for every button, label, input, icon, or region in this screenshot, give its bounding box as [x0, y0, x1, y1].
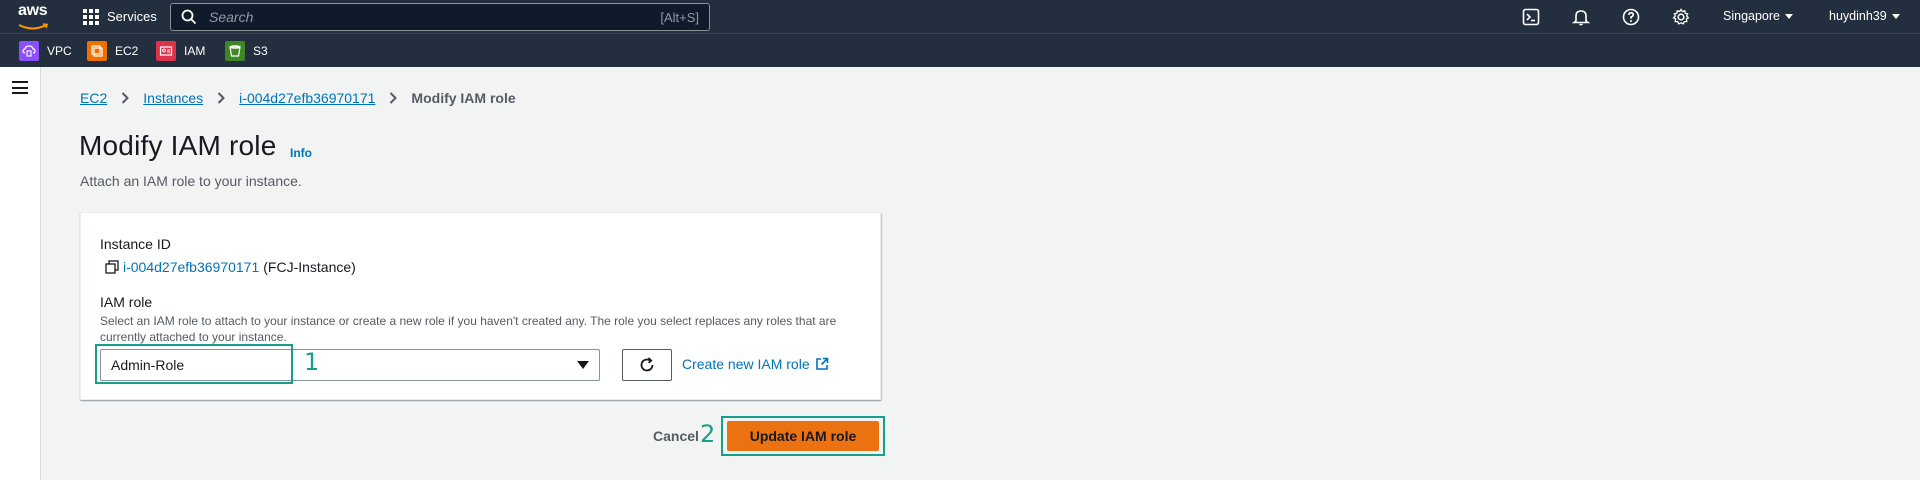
chevron-right-icon [217, 92, 226, 104]
search-icon [181, 9, 197, 25]
iam-role-description: Select an IAM role to attach to your ins… [100, 314, 837, 344]
favorite-vpc[interactable]: VPC [19, 41, 72, 61]
refresh-icon [640, 357, 654, 372]
page-title: Modify IAM role [79, 130, 277, 161]
favorite-s3[interactable]: S3 [225, 41, 268, 61]
search-shortcut: [Alt+S] [660, 9, 699, 25]
iam-role-label: IAM role [100, 294, 153, 310]
services-grid-icon [83, 8, 99, 25]
search-placeholder: Search [209, 9, 254, 25]
account-caret-icon [1891, 13, 1900, 19]
favorite-label: S3 [253, 44, 268, 58]
create-new-iam-role-label: Create new IAM role [682, 356, 810, 372]
annotation-highlight-role-select [95, 344, 293, 384]
info-link[interactable]: Info [290, 146, 312, 160]
services-menu-button[interactable]: Services [83, 6, 157, 27]
region-label: Singapore [1723, 9, 1780, 23]
cancel-button[interactable]: Cancel [653, 428, 699, 444]
aws-smile-icon [18, 23, 49, 30]
annotation-step-number: 1 [304, 348, 320, 376]
favorite-label: EC2 [115, 44, 139, 58]
side-navigation-rail [0, 67, 41, 480]
breadcrumb: EC2 Instances i-004d27efb36970171 Modify… [80, 90, 516, 106]
breadcrumb-ec2[interactable]: EC2 [80, 90, 107, 106]
account-menu[interactable]: huydinh39 [1829, 9, 1900, 23]
copy-icon[interactable] [105, 260, 119, 274]
cloudshell-icon[interactable] [1522, 8, 1540, 26]
services-label: Services [107, 9, 157, 24]
aws-logo-text: aws [18, 2, 48, 19]
menu-hamburger-icon[interactable] [12, 81, 28, 94]
breadcrumb-instance-id[interactable]: i-004d27efb36970171 [239, 90, 375, 106]
search-input[interactable]: Search [Alt+S] [170, 3, 710, 31]
instance-id-link[interactable]: i-004d27efb36970171 [123, 259, 259, 275]
instance-id-label: Instance ID [100, 236, 171, 252]
refresh-roles-button[interactable] [622, 349, 672, 381]
favorite-label: VPC [47, 44, 72, 58]
favorite-iam[interactable]: IAM [156, 41, 205, 61]
favorites-bar: VPC EC2 IAM S3 [0, 33, 1920, 67]
favorite-label: IAM [184, 44, 206, 58]
dropdown-caret-icon [577, 361, 589, 369]
favorite-ec2[interactable]: EC2 [87, 41, 138, 61]
iam-icon [156, 41, 176, 61]
notifications-bell-icon[interactable] [1572, 8, 1590, 26]
vpc-icon [19, 41, 39, 61]
chevron-right-icon [122, 92, 130, 104]
annotation-highlight-update-button [721, 416, 885, 456]
region-selector[interactable]: Singapore [1723, 9, 1793, 23]
breadcrumb-current: Modify IAM role [411, 90, 516, 106]
create-new-iam-role-link[interactable]: Create new IAM role [682, 356, 829, 372]
external-link-icon [815, 357, 828, 370]
instance-id-row: i-004d27efb36970171 (FCJ-Instance) [105, 259, 356, 275]
account-username: huydinh39 [1829, 9, 1887, 23]
chevron-right-icon [390, 92, 398, 104]
aws-logo[interactable]: aws [18, 2, 52, 30]
annotation-step-number: 2 [700, 420, 716, 448]
page-description: Attach an IAM role to your instance. [80, 173, 302, 189]
top-navigation: aws Services Search [Alt+S] Singapore hu… [0, 0, 1920, 33]
breadcrumb-instances[interactable]: Instances [143, 90, 203, 106]
region-caret-icon [1785, 13, 1793, 19]
help-icon[interactable] [1622, 8, 1640, 26]
s3-icon [225, 41, 245, 61]
instance-name: (FCJ-Instance) [263, 259, 356, 275]
settings-gear-icon[interactable] [1672, 8, 1690, 26]
ec2-icon [87, 41, 107, 61]
